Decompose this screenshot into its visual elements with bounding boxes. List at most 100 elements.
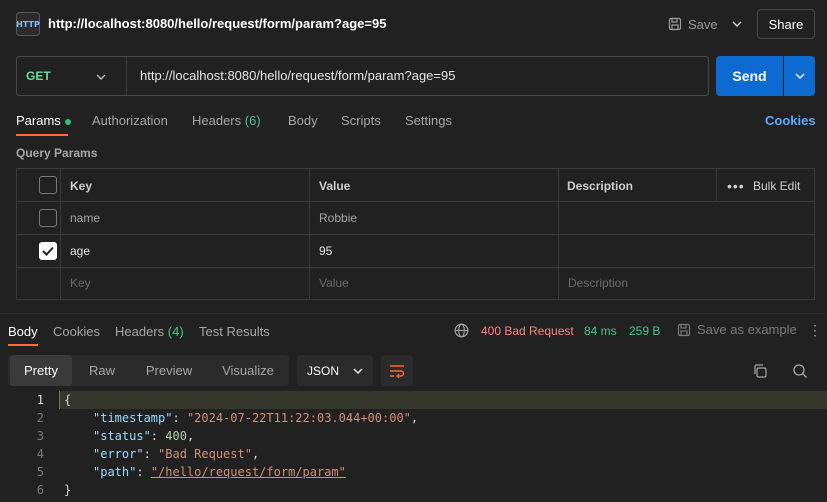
url-input[interactable] xyxy=(140,68,700,83)
tab-scripts[interactable]: Scripts xyxy=(341,113,381,128)
table-row-divider xyxy=(16,234,815,235)
line-number: 5 xyxy=(36,465,44,479)
save-label: Save xyxy=(688,16,718,32)
column-header-key: Key xyxy=(70,179,93,193)
method-chevron-icon[interactable] xyxy=(96,68,106,83)
language-select[interactable]: JSON xyxy=(297,355,373,386)
json-key: "status" xyxy=(93,429,151,443)
table-col-divider xyxy=(60,169,61,300)
response-tab-body[interactable]: Body xyxy=(8,324,38,339)
code-line[interactable]: { xyxy=(64,393,71,407)
send-options-button[interactable] xyxy=(784,56,815,96)
param-value[interactable]: 95 xyxy=(319,244,332,258)
search-icon[interactable] xyxy=(790,361,810,381)
line-number: 2 xyxy=(36,411,44,425)
table-row-divider xyxy=(16,201,815,202)
wrap-lines-icon xyxy=(390,364,405,378)
send-button[interactable]: Send xyxy=(716,56,783,96)
json-key: "timestamp" xyxy=(93,411,173,425)
response-tab-cookies[interactable]: Cookies xyxy=(53,324,100,339)
param-checkbox-name[interactable] xyxy=(39,209,57,227)
language-label: JSON xyxy=(307,363,340,378)
params-active-dot xyxy=(64,118,71,125)
method-selector[interactable]: GET xyxy=(26,69,51,83)
response-size[interactable]: 259 B xyxy=(629,324,660,338)
tab-body[interactable]: Body xyxy=(288,113,318,128)
response-tab-headers[interactable]: Headers (4) xyxy=(115,324,184,339)
copy-icon[interactable] xyxy=(750,361,770,381)
json-string: "Bad Request" xyxy=(158,447,252,461)
http-request-icon: HTTP xyxy=(16,12,40,36)
new-key-input[interactable]: Key xyxy=(70,276,91,290)
table-col-divider xyxy=(716,169,717,201)
url-divider xyxy=(126,57,127,95)
tab-headers[interactable]: Headers (6) xyxy=(192,113,261,128)
tab-params-label: Params xyxy=(16,113,61,128)
tab-headers-label: Headers xyxy=(192,113,242,128)
format-raw-button[interactable]: Raw xyxy=(76,355,128,386)
column-header-description: Description xyxy=(567,179,634,193)
cursor-marker xyxy=(59,391,60,409)
chevron-down-icon xyxy=(353,368,363,374)
tab-active-underline xyxy=(16,134,68,136)
current-line-highlight xyxy=(60,391,827,409)
save-button[interactable]: Save xyxy=(662,10,724,38)
chevron-down-icon xyxy=(795,73,804,79)
code-line[interactable]: "timestamp": "2024-07-22T11:22:03.044+00… xyxy=(93,411,418,425)
query-params-label: Query Params xyxy=(16,146,98,160)
more-options-icon[interactable]: ••• xyxy=(727,178,745,194)
table-col-divider xyxy=(558,169,559,300)
save-as-example-button[interactable]: Save as example xyxy=(677,322,797,337)
param-key[interactable]: name xyxy=(70,211,100,225)
chevron-down-icon xyxy=(732,21,742,27)
format-preview-button[interactable]: Preview xyxy=(134,355,204,386)
param-checkbox-age[interactable] xyxy=(39,242,57,260)
code-line[interactable]: } xyxy=(64,483,71,497)
new-value-input[interactable]: Value xyxy=(319,276,349,290)
line-number: 3 xyxy=(36,429,44,443)
tab-authorization[interactable]: Authorization xyxy=(92,113,168,128)
json-string: "2024-07-22T11:22:03.044+00:00" xyxy=(186,411,411,425)
save-icon xyxy=(677,323,691,336)
line-number: 1 xyxy=(36,393,44,407)
save-options-button[interactable] xyxy=(726,10,748,38)
status-badge[interactable]: 400 Bad Request xyxy=(481,324,574,338)
json-path-link[interactable]: "/hello/request/form/param" xyxy=(151,465,346,479)
json-number: 400 xyxy=(165,429,187,443)
response-tab-test-results[interactable]: Test Results xyxy=(199,324,270,339)
checkmark-icon xyxy=(42,246,54,256)
request-title[interactable]: http://localhost:8080/hello/request/form… xyxy=(48,16,386,31)
json-key: "error" xyxy=(93,447,144,461)
format-visualize-button[interactable]: Visualize xyxy=(210,355,286,386)
response-time[interactable]: 84 ms xyxy=(584,324,617,338)
format-pretty-button[interactable]: Pretty xyxy=(10,355,72,386)
line-number: 4 xyxy=(36,447,44,461)
share-button[interactable]: Share xyxy=(757,9,815,39)
headers-count: (6) xyxy=(244,113,261,128)
json-brace: } xyxy=(64,483,72,497)
tab-params[interactable]: Params xyxy=(16,113,71,128)
param-value[interactable]: Robbie xyxy=(319,211,357,225)
json-key: "path" xyxy=(93,465,137,479)
tab-settings[interactable]: Settings xyxy=(405,113,452,128)
line-number: 6 xyxy=(36,483,44,497)
wrap-lines-button[interactable] xyxy=(381,355,413,386)
code-line[interactable]: "path": "/hello/request/form/param" xyxy=(93,465,346,479)
new-description-input[interactable]: Description xyxy=(568,276,628,290)
save-example-label: Save as example xyxy=(697,322,797,337)
tab-active-underline xyxy=(8,344,38,346)
cookies-link[interactable]: Cookies xyxy=(765,113,816,128)
response-headers-count: (4) xyxy=(167,324,184,339)
code-line[interactable]: "status": 400, xyxy=(93,429,194,443)
table-row-divider xyxy=(16,267,815,268)
code-line[interactable]: "error": "Bad Request", xyxy=(93,447,259,461)
param-key[interactable]: age xyxy=(70,244,90,258)
more-vertical-icon[interactable]: ⋮ xyxy=(808,322,822,339)
globe-icon[interactable] xyxy=(454,323,469,341)
response-headers-label: Headers xyxy=(115,324,165,339)
save-icon xyxy=(668,17,682,31)
json-brace: { xyxy=(64,393,72,407)
column-header-value: Value xyxy=(319,179,351,193)
bulk-edit-button[interactable]: Bulk Edit xyxy=(753,179,800,193)
select-all-checkbox[interactable] xyxy=(39,176,57,194)
